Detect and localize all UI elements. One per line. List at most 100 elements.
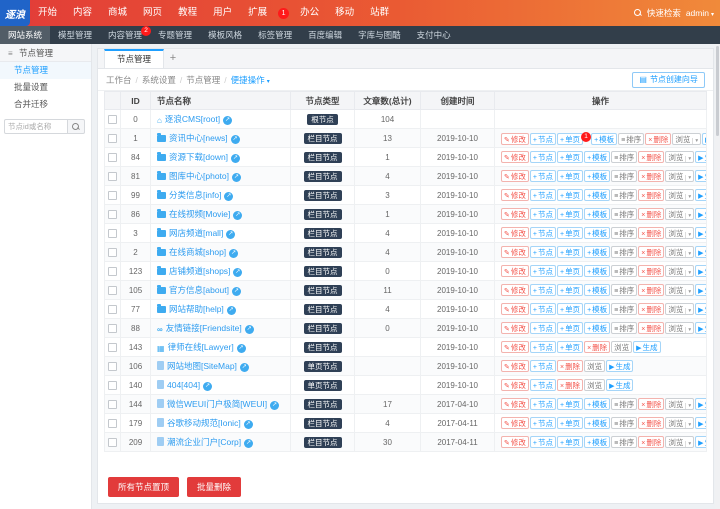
node-search-input[interactable] bbox=[4, 119, 68, 134]
op-page-button[interactable]: +单页 bbox=[556, 151, 584, 163]
op-gen-button[interactable]: ▶生成 bbox=[695, 170, 706, 182]
top-menu-item-mobile[interactable]: 移动 bbox=[327, 0, 362, 26]
op-del-button[interactable]: ×删除 bbox=[556, 360, 584, 372]
row-checkbox[interactable] bbox=[108, 190, 117, 200]
op-page-button[interactable]: +单页 bbox=[556, 265, 584, 277]
op-sort-button[interactable]: ≡排序 bbox=[611, 151, 638, 163]
op-gen-button[interactable]: ▶生成 bbox=[695, 246, 706, 258]
op-tpl-button[interactable]: +模板 bbox=[584, 246, 611, 258]
op-edit-button[interactable]: ✎修改 bbox=[501, 246, 529, 258]
row-checkbox[interactable] bbox=[108, 228, 117, 238]
top-menu-item-web[interactable]: 网页 bbox=[135, 0, 170, 26]
node-wizard-button[interactable]: ▤ 节点创建向导 bbox=[632, 71, 705, 88]
op-edit-button[interactable]: ✎修改 bbox=[501, 170, 529, 182]
op-tpl-button[interactable]: +模板 bbox=[584, 436, 611, 448]
op-del-button[interactable]: ×删除 bbox=[584, 341, 611, 353]
top-menu-item-start[interactable]: 开始 bbox=[30, 0, 65, 26]
notification-badge[interactable]: 1 bbox=[278, 7, 290, 19]
breadcrumb-node-manage[interactable]: 节点管理 bbox=[176, 74, 220, 86]
op-tpl-button[interactable]: +模板 bbox=[584, 417, 611, 429]
op-edit-button[interactable]: ✎修改 bbox=[501, 303, 529, 315]
open-site-icon[interactable] bbox=[223, 116, 233, 125]
op-sort-button[interactable]: ≡排序 bbox=[611, 417, 638, 429]
op-edit-button[interactable]: ✎修改 bbox=[501, 208, 529, 220]
op-del-button[interactable]: ×删除 bbox=[638, 208, 665, 220]
op-page-button[interactable]: +单页 bbox=[556, 417, 584, 429]
op-sort-button[interactable]: ≡排序 bbox=[611, 227, 638, 239]
node-name-link[interactable]: 图库中心[photo] bbox=[169, 171, 229, 181]
node-name-link[interactable]: 资源下载[down] bbox=[169, 152, 228, 162]
row-checkbox[interactable] bbox=[108, 437, 117, 447]
op-edit-button[interactable]: ✎修改 bbox=[501, 436, 529, 448]
node-name-link[interactable]: 资讯中心[news] bbox=[169, 133, 228, 143]
op-edit-button[interactable]: ✎修改 bbox=[501, 360, 529, 372]
row-checkbox[interactable] bbox=[108, 133, 117, 143]
top-menu-item-user[interactable]: 用户 bbox=[205, 0, 240, 26]
node-name-link[interactable]: 店铺频道[shops] bbox=[169, 266, 230, 276]
node-name-link[interactable]: 谷歌移动规范[Ionic] bbox=[167, 418, 241, 428]
node-name-link[interactable]: 网店频道[mall] bbox=[169, 228, 223, 238]
open-site-icon[interactable] bbox=[224, 192, 234, 201]
open-site-icon[interactable] bbox=[226, 230, 236, 239]
op-del-button[interactable]: ×删除 bbox=[638, 322, 665, 334]
open-site-icon[interactable] bbox=[243, 420, 253, 429]
top-menu-item-content[interactable]: 内容 bbox=[65, 0, 100, 26]
op-view-button[interactable]: 浏览 ▾ bbox=[665, 322, 695, 334]
open-site-icon[interactable] bbox=[231, 154, 241, 163]
sidebar-item-batch-set[interactable]: 批量设置 bbox=[0, 79, 91, 96]
node-name-link[interactable]: 分类信息[info] bbox=[169, 190, 221, 200]
op-tpl-button[interactable]: +模板 bbox=[584, 303, 611, 315]
op-node-button[interactable]: +节点 bbox=[529, 322, 556, 334]
open-site-icon[interactable] bbox=[244, 439, 254, 448]
op-view-button[interactable]: 浏览 ▾ bbox=[665, 189, 695, 201]
op-node-button[interactable]: +节点 bbox=[529, 189, 556, 201]
op-tpl-button[interactable]: +模板 bbox=[591, 132, 618, 145]
op-node-button[interactable]: +节点 bbox=[529, 284, 556, 296]
row-checkbox[interactable] bbox=[108, 285, 117, 295]
open-site-icon[interactable] bbox=[233, 211, 243, 220]
op-viewp-button[interactable]: 浏览 bbox=[611, 341, 633, 353]
op-gen-button[interactable]: ▶生成 bbox=[695, 265, 706, 277]
op-del-button[interactable]: ×删除 bbox=[638, 398, 665, 410]
op-view-button[interactable]: 浏览 ▾ bbox=[665, 151, 695, 163]
open-site-icon[interactable] bbox=[203, 381, 213, 391]
row-checkbox[interactable] bbox=[108, 361, 117, 371]
op-page-button[interactable]: +单页 bbox=[556, 189, 584, 201]
op-tpl-button[interactable]: +模板 bbox=[584, 170, 611, 182]
op-del-button[interactable]: ×删除 bbox=[645, 132, 672, 145]
op-node-button[interactable]: +节点 bbox=[529, 132, 556, 145]
row-checkbox[interactable] bbox=[108, 342, 117, 352]
open-site-icon[interactable] bbox=[270, 401, 280, 410]
op-node-button[interactable]: +节点 bbox=[529, 265, 556, 277]
op-edit-button[interactable]: ✎修改 bbox=[501, 379, 529, 391]
op-view-button[interactable]: 浏览 ▾ bbox=[665, 417, 695, 429]
op-viewp-button[interactable]: 浏览 bbox=[584, 360, 606, 372]
op-node-button[interactable]: +节点 bbox=[529, 341, 556, 353]
op-view-button[interactable]: 浏览 ▾ bbox=[665, 303, 695, 315]
open-site-icon[interactable] bbox=[229, 249, 239, 258]
op-edit-button[interactable]: ✎修改 bbox=[501, 417, 529, 429]
op-tpl-button[interactable]: +模板 bbox=[584, 284, 611, 296]
op-node-button[interactable]: +节点 bbox=[529, 436, 556, 448]
op-gen-button[interactable]: ▶生成 bbox=[695, 303, 706, 315]
op-view-button[interactable]: 浏览 ▾ bbox=[665, 227, 695, 239]
op-edit-button[interactable]: ✎修改 bbox=[501, 265, 529, 277]
batch-delete-button[interactable]: 批量删除 bbox=[187, 477, 242, 497]
top-menu-item-extend[interactable]: 扩展 bbox=[240, 0, 275, 26]
op-page-button[interactable]: +单页 bbox=[556, 322, 584, 334]
node-name-link[interactable]: 在线商城[shop] bbox=[169, 247, 226, 257]
op-page-button[interactable]: +单页 bbox=[556, 436, 584, 448]
node-name-link[interactable]: 网站地图[SiteMap] bbox=[167, 361, 237, 371]
op-del-button[interactable]: ×删除 bbox=[638, 417, 665, 429]
subnav-item-tags[interactable]: 标签管理 bbox=[250, 26, 300, 44]
top-menu-item-tutorial[interactable]: 教程 bbox=[170, 0, 205, 26]
user-menu[interactable]: admin bbox=[686, 8, 714, 18]
op-node-button[interactable]: +节点 bbox=[529, 379, 556, 391]
row-checkbox[interactable] bbox=[108, 380, 117, 390]
op-node-button[interactable]: +节点 bbox=[529, 227, 556, 239]
node-name-link[interactable]: 律师在线[Lawyer] bbox=[168, 342, 234, 352]
row-checkbox[interactable] bbox=[108, 323, 117, 333]
node-name-link[interactable]: 微信WEUI门户极简[WEUI] bbox=[167, 399, 267, 409]
op-del-button[interactable]: ×删除 bbox=[638, 303, 665, 315]
op-edit-button[interactable]: ✎修改 bbox=[501, 398, 529, 410]
